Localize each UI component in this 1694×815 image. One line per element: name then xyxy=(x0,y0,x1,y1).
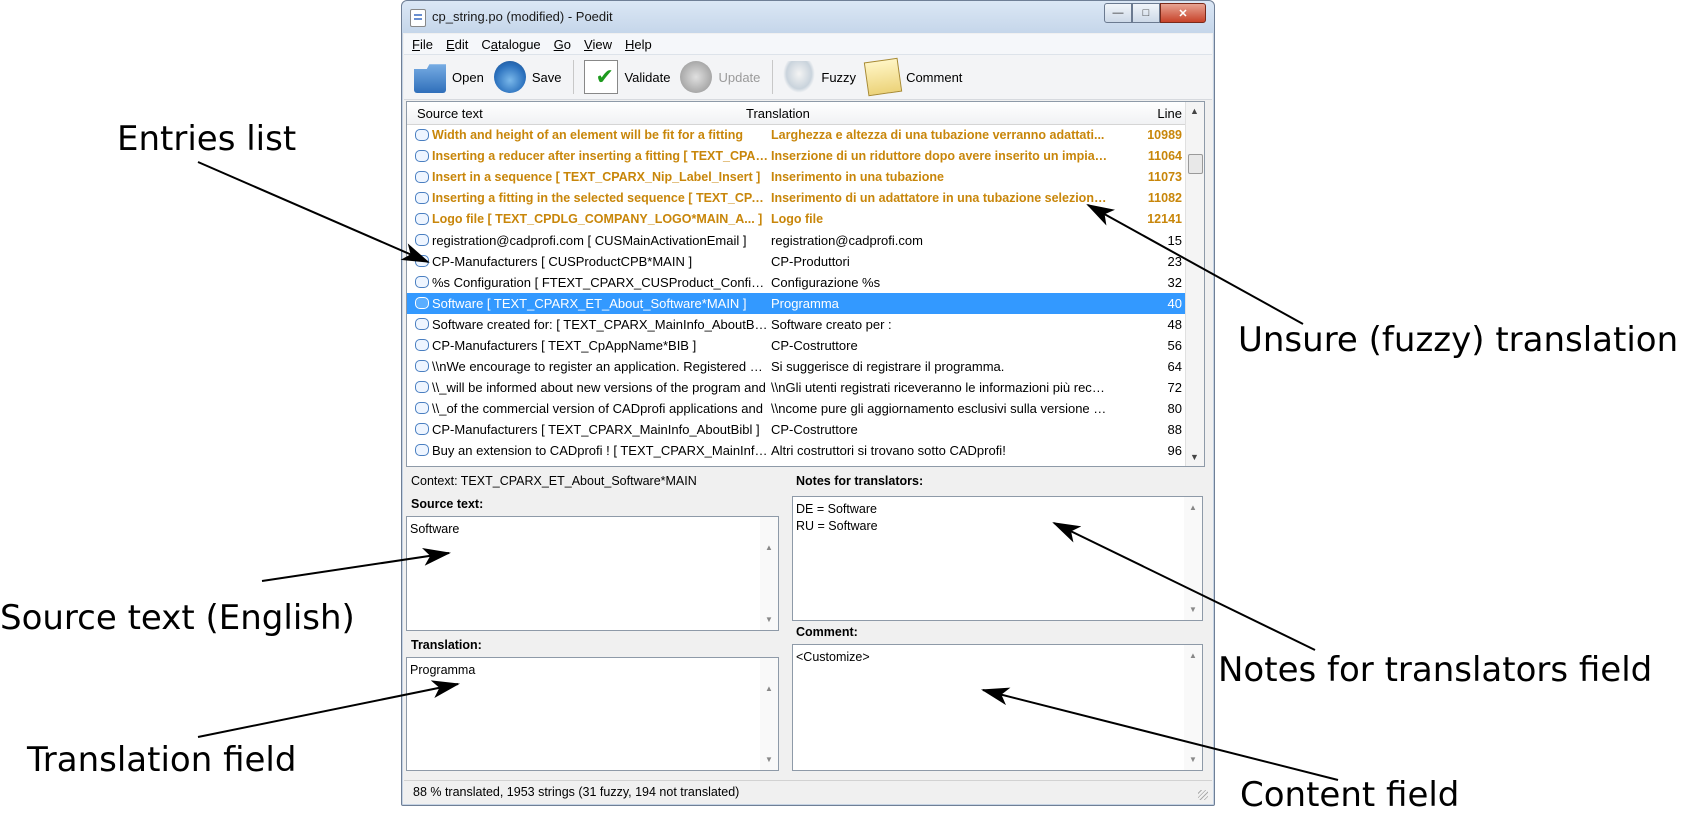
callout-entries-list: Entries list xyxy=(117,119,297,159)
arrow-translation xyxy=(197,680,460,738)
callout-content-field: Content field xyxy=(1240,775,1460,815)
callout-fuzzy-translation: Unsure (fuzzy) translation xyxy=(1238,320,1679,360)
callout-source-text: Source text (English) xyxy=(0,598,355,638)
callout-translation-field: Translation field xyxy=(27,740,297,780)
arrow-content xyxy=(981,687,1339,781)
arrow-fuzzy xyxy=(1086,204,1304,325)
arrow-notes xyxy=(1052,522,1316,651)
arrow-source-text xyxy=(261,547,451,582)
callout-notes-field: Notes for translators field xyxy=(1218,650,1653,690)
arrow-entries-list xyxy=(197,161,430,263)
